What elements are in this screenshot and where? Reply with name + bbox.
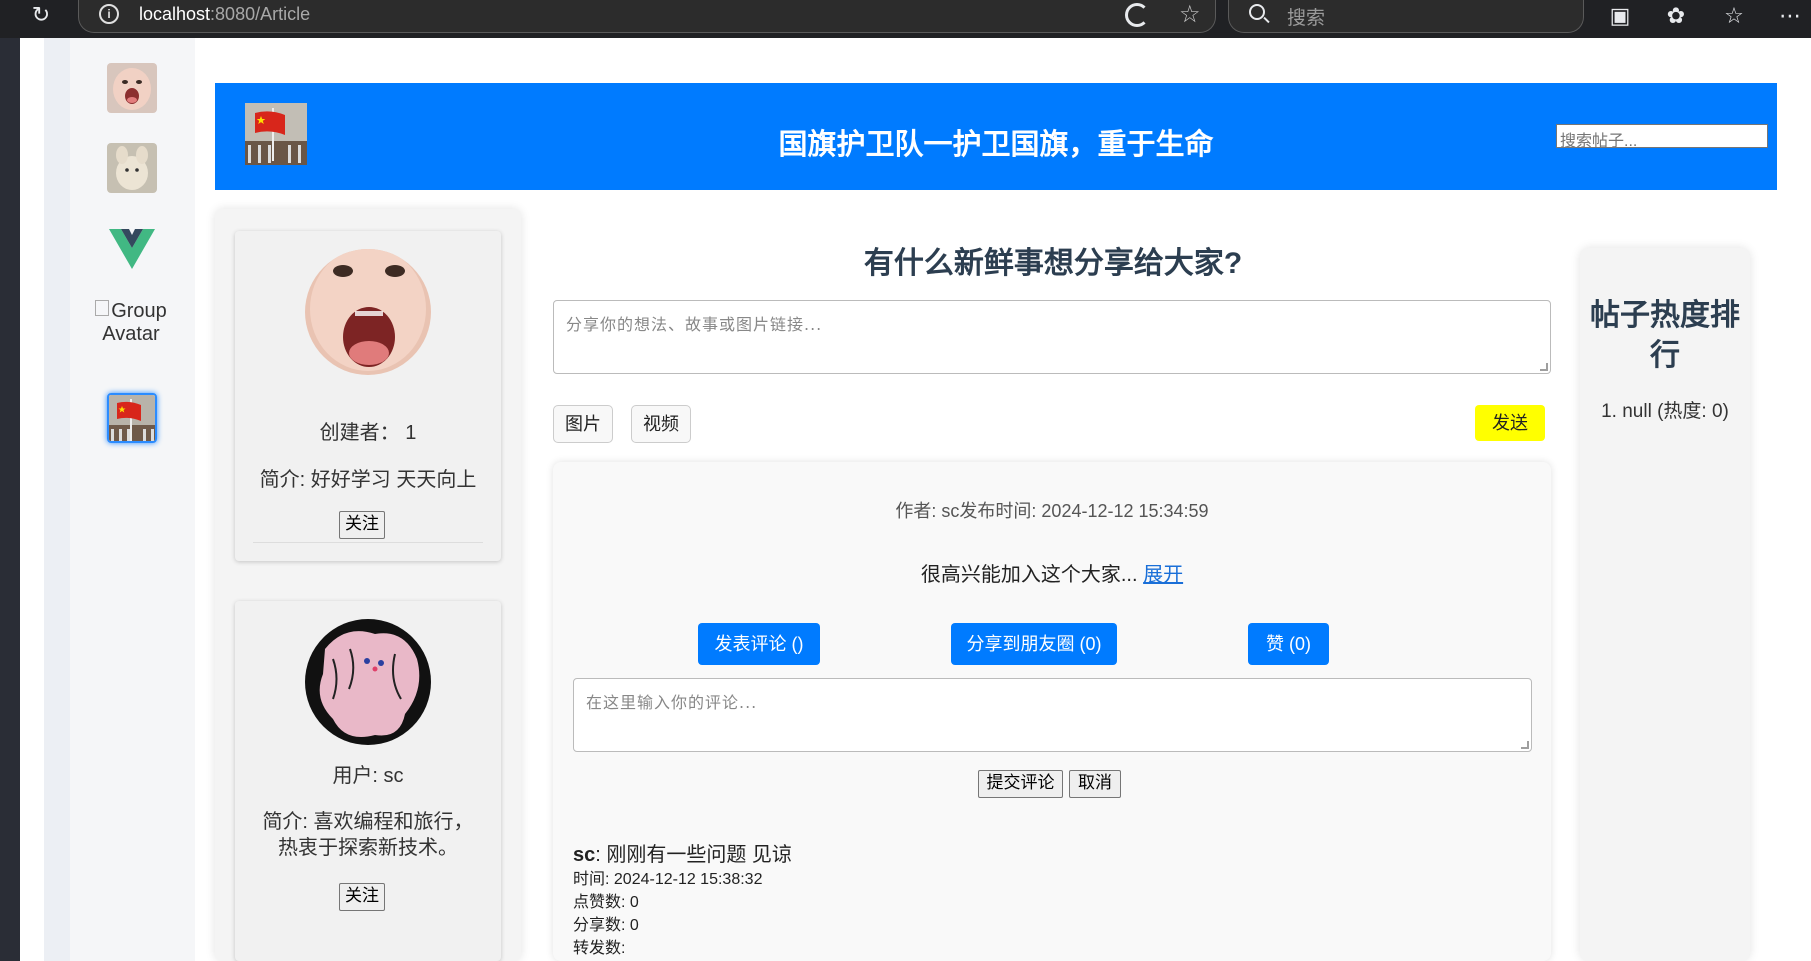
share-button[interactable]: 分享到朋友圈 (0) [951,623,1117,665]
resize-grip-icon[interactable] [1521,741,1529,749]
page-header: 国旗护卫队一护卫国旗，重于生命 搜索帖子... [215,83,1777,190]
group-avatar-vue[interactable] [107,223,157,273]
browser-search-box[interactable]: 搜索 [1228,0,1584,33]
user-bio-line2: 热衷于探索新技术。 [278,837,458,859]
card-divider [253,542,483,543]
user-card-sc: 用户: sc 简介: 喜欢编程和旅行， 热衷于探索新技术。 关注 [235,601,501,961]
cancel-button[interactable]: 取消 [1069,770,1121,798]
follow-button[interactable]: 关注 [339,511,385,539]
ranking-item[interactable]: 1. null (热度: 0) [1580,396,1750,423]
user-avatar [305,619,431,745]
browser-toolbar: ↻ i localhost:8080/Article ☆ 搜索 ▣ ✿ ☆ ⋯ [0,0,1811,38]
follow-button[interactable]: 关注 [339,883,385,911]
compose-textarea[interactable]: 分享你的想法、故事或图片链接... [553,300,1551,374]
search-icon [1249,4,1265,20]
expand-link[interactable]: 展开 [1143,564,1183,586]
user-avatar [305,249,431,375]
group-avatar-broken-image[interactable]: Group Avatar [92,300,170,346]
user-card-creator: 创建者： 1 简介: 好好学习 天天向上 关注 [235,231,501,561]
comment-item: sc: 刚刚有一些问题 见谅 时间: 2024-12-12 15:38:32 点… [573,842,1473,960]
resize-grip-icon[interactable] [1540,363,1548,371]
comment-header: sc: 刚刚有一些问题 见谅 [573,842,1473,868]
video-button[interactable]: 视频 [631,405,691,443]
send-button[interactable]: 发送 [1475,405,1545,441]
reading-mode-icon[interactable]: ▣ [1606,2,1634,30]
site-info-icon[interactable]: i [99,4,119,24]
post-content: 很高兴能加入这个大家... 展开 [553,558,1551,587]
ranking-title: 帖子热度排行 [1590,299,1740,372]
creator-bio: 简介: 好好学习 天天向上 [259,469,477,491]
post-excerpt: 很高兴能加入这个大家... [920,564,1138,586]
favorites-icon[interactable]: ☆ [1720,2,1748,30]
site-title: 国旗护卫队一护卫国旗，重于生命 [778,129,1214,161]
ranking-panel: 帖子热度排行 1. null (热度: 0) [1580,248,1750,961]
reload-icon[interactable]: ↻ [28,2,54,28]
comment-forwards: 转发数: [573,940,626,957]
browser-search-placeholder: 搜索 [1287,8,1326,29]
compose-placeholder: 分享你的想法、故事或图片链接... [566,315,823,334]
comment-likes: 点赞数: 0 [573,894,639,911]
post-meta: 作者: sc发布时间: 2024-12-12 15:34:59 [895,501,1209,521]
comment-textarea[interactable]: 在这里输入你的评论... [573,678,1532,752]
submit-comment-button[interactable]: 提交评论 [978,770,1063,798]
comment-button[interactable]: 发表评论 () [698,623,820,665]
group-avatar-flag-selected[interactable] [107,393,157,443]
window-edge [0,38,20,961]
user-line: 用户: sc [332,765,404,787]
user-panel: 创建者： 1 简介: 好好学习 天天向上 关注 用户: sc 简介: 喜欢编程和… [215,209,521,961]
comment-shares: 分享数: 0 [573,917,639,934]
comment-time: 时间: 2024-12-12 15:38:32 [573,871,763,888]
creator-line: 创建者： 1 [319,422,417,444]
address-bar[interactable]: i localhost:8080/Article ☆ [78,0,1216,33]
comment-placeholder: 在这里输入你的评论... [586,693,758,712]
more-menu-icon[interactable]: ⋯ [1776,2,1804,30]
user-bio-line1: 简介: 喜欢编程和旅行， [262,811,474,833]
post-search-input[interactable]: 搜索帖子... [1556,124,1768,150]
group-bar [44,38,70,961]
group-avatar-plush[interactable] [107,143,157,193]
post-card: 作者: sc发布时间: 2024-12-12 15:34:59 很高兴能加入这个… [553,462,1551,961]
compose-title: 有什么新鲜事想分享给大家? [863,247,1243,280]
edge-refresh-icon[interactable] [1125,3,1149,27]
image-button[interactable]: 图片 [553,405,613,443]
favorite-star-icon[interactable]: ☆ [1179,0,1201,29]
comment-author: sc [573,844,596,866]
group-avatar-baby[interactable] [107,63,157,113]
extensions-icon[interactable]: ✿ [1662,2,1690,30]
comment-text: : 刚刚有一些问题 见谅 [595,844,792,866]
like-button[interactable]: 赞 (0) [1248,623,1329,665]
url-text: localhost:8080/Article [139,4,311,24]
